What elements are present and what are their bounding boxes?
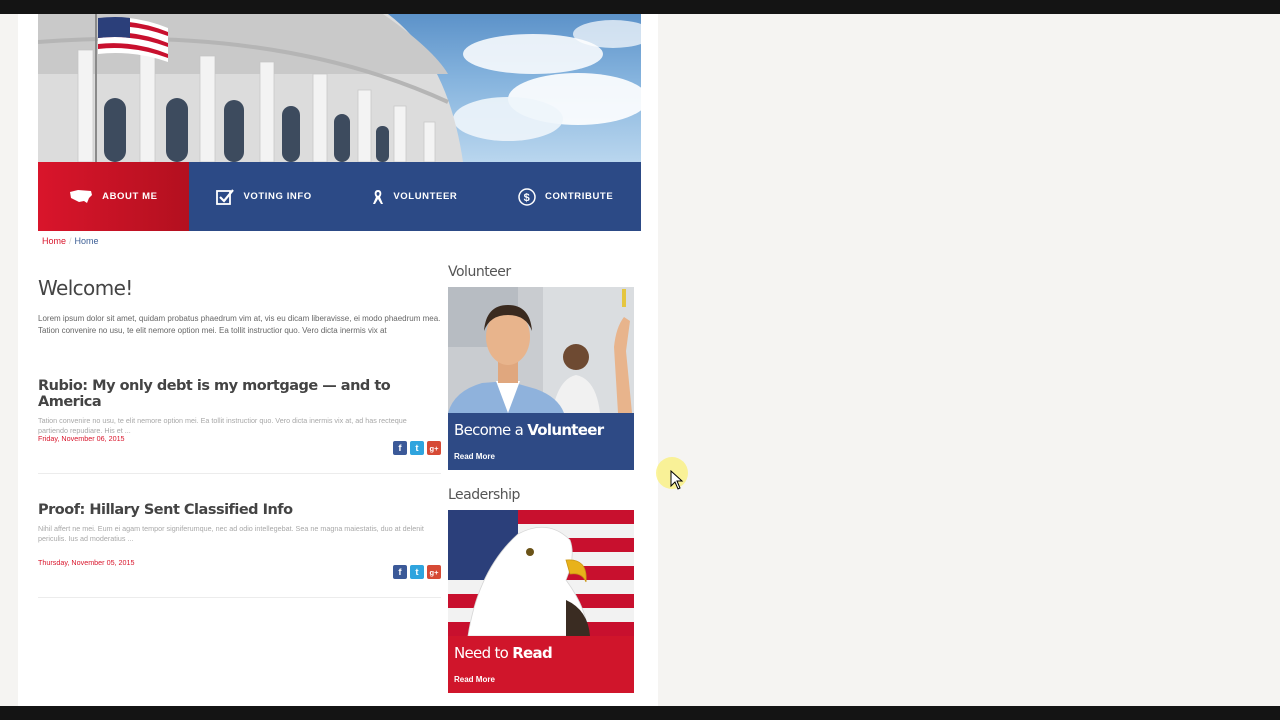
google-plus-icon[interactable]: g+ <box>427 565 441 579</box>
leadership-promo-card[interactable]: Need to Read Read More <box>448 510 634 693</box>
article-date: Friday, November 06, 2015 <box>38 434 125 443</box>
usa-map-icon <box>69 189 93 205</box>
facebook-icon[interactable]: f <box>393 565 407 579</box>
article-excerpt: Tation convenire no usu, te elit nemore … <box>38 416 407 435</box>
article-title-link[interactable]: Rubio: My only debt is my mortgage — and… <box>38 378 441 410</box>
leadership-widget-title: Leadership <box>448 487 520 503</box>
nav-contribute[interactable]: $ CONTRIBUTE <box>490 162 641 231</box>
breadcrumb: Home / Home <box>42 236 99 246</box>
google-plus-icon[interactable]: g+ <box>427 441 441 455</box>
breadcrumb-home-link[interactable]: Home <box>42 236 66 246</box>
capitol-dome-illustration <box>38 14 641 162</box>
dollar-circle-icon: $ <box>518 187 536 206</box>
main-content: Welcome! Lorem ipsum dolor sit amet, qui… <box>38 276 443 598</box>
twitter-icon[interactable]: t <box>410 565 424 579</box>
leadership-promo-band: Need to Read Read More <box>448 636 634 693</box>
main-navigation: ABOUT ME VOTING INFO VOLUNTEER $ CONTRIB… <box>38 162 641 231</box>
share-buttons: f t g+ <box>393 565 441 579</box>
bald-eagle-photo <box>448 510 634 636</box>
breadcrumb-separator: / <box>69 236 72 246</box>
leadership-promo-heading: Need to Read <box>454 644 553 662</box>
facebook-icon[interactable]: f <box>393 441 407 455</box>
volunteer-promo-band: Become a Volunteer Read More <box>448 413 634 470</box>
article-title-link[interactable]: Proof: Hillary Sent Classified Info <box>38 502 441 518</box>
welcome-text: Lorem ipsum dolor sit amet, quidam proba… <box>38 314 441 335</box>
sidebar: Volunteer Become a Volunteer Read More L… <box>448 264 634 693</box>
mouse-pointer-icon <box>670 470 684 490</box>
article-excerpt: Nihil affert ne mei. Eum ei agam tempor … <box>38 524 424 543</box>
nav-voting-info-label: VOTING INFO <box>243 191 312 202</box>
article-date: Thursday, November 05, 2015 <box>38 558 135 567</box>
volunteer-read-more-link[interactable]: Read More <box>454 452 495 461</box>
top-letterbox <box>0 0 1280 14</box>
volunteer-promo-heading: Become a Volunteer <box>454 421 604 439</box>
nav-volunteer[interactable]: VOLUNTEER <box>340 162 491 231</box>
volunteer-photo <box>448 287 634 413</box>
welcome-title: Welcome! <box>38 276 133 300</box>
volunteer-promo-card[interactable]: Become a Volunteer Read More <box>448 287 634 470</box>
article-item: Proof: Hillary Sent Classified Info Nihi… <box>38 502 441 598</box>
ribbon-icon <box>372 189 384 205</box>
bottom-letterbox <box>0 706 1280 720</box>
page-container: ABOUT ME VOTING INFO VOLUNTEER $ CONTRIB… <box>18 14 658 706</box>
article-item: Rubio: My only debt is my mortgage — and… <box>38 378 441 474</box>
nav-contribute-label: CONTRIBUTE <box>544 191 614 202</box>
svg-text:$: $ <box>524 192 531 204</box>
breadcrumb-current: Home <box>74 236 99 246</box>
hero-banner <box>38 14 641 162</box>
twitter-icon[interactable]: t <box>410 441 424 455</box>
checkbox-icon <box>216 188 235 205</box>
nav-volunteer-label: VOLUNTEER <box>393 191 458 202</box>
nav-about-me-label: ABOUT ME <box>102 191 158 202</box>
share-buttons: f t g+ <box>393 441 441 455</box>
leadership-read-more-link[interactable]: Read More <box>454 675 495 684</box>
nav-about-me[interactable]: ABOUT ME <box>38 162 189 231</box>
volunteer-widget-title: Volunteer <box>448 264 511 280</box>
nav-voting-info[interactable]: VOTING INFO <box>189 162 340 231</box>
